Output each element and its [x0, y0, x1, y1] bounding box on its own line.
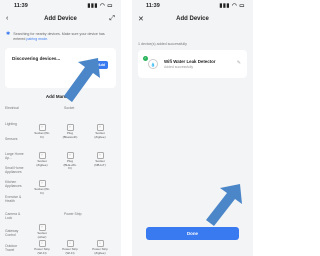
device-tile[interactable]: ⁘ Plug (BLE+Wi-Fi) [62, 152, 78, 171]
socket-icon: ⁘ [96, 152, 104, 159]
category-camera-lock[interactable]: Camera & Lock [5, 212, 27, 221]
device-tile[interactable]: ⁘ Socket (Wi-Fi) [34, 180, 50, 195]
category-electrical[interactable]: Electrical [5, 106, 27, 110]
category-lighting[interactable]: Lighting [5, 122, 27, 126]
category-large-home-appliances[interactable]: Large Home Ap... [5, 152, 27, 161]
pointer-arrow-icon [64, 58, 100, 102]
pointer-arrow-icon [206, 184, 242, 226]
device-tile-label: Plug (BLE+Wi-Fi) [63, 159, 77, 171]
device-tile-label: Socket (Wi-Fi) [34, 187, 50, 195]
category-gateway-control[interactable]: Gateway Control [5, 229, 27, 238]
socket-icon: ⁘ [38, 152, 46, 159]
device-tile-label: Power Strip (Zigbee) [92, 247, 108, 255]
done-button[interactable]: Done [146, 227, 239, 240]
pairing-mode-link[interactable]: pairing mode. [26, 37, 48, 41]
device-name: Wifi Water Leak Detector [164, 59, 216, 64]
device-tile-label: Socket (Zigbee) [36, 159, 48, 167]
add-device-screen-discovering: 11:39 ▮▮▮ ◠ ▭ ‹ Add Device ⤢ ✱ Searching… [0, 0, 121, 256]
device-status: Added successfully [164, 65, 194, 69]
device-tile-label: Power Strip (Wi-Fi) [34, 247, 50, 255]
category-outdoor-travel[interactable]: Outdoor Travel [5, 244, 27, 253]
success-check-icon: ✓ [143, 56, 148, 61]
subcategory-socket: Socket [64, 106, 75, 110]
socket-icon: ⁘ [66, 152, 74, 159]
status-icons: ▮▮▮ ◠ ▭ [219, 3, 245, 9]
device-tile[interactable]: ⁞ Power Strip (Zigbee) [92, 240, 108, 255]
device-tile-label: Socket (other) [37, 231, 47, 239]
status-time: 11:39 [146, 3, 160, 9]
category-exercise-health[interactable]: Exercise & Health [5, 195, 27, 204]
device-tile[interactable]: ⁘ Socket (Zigbee) [34, 152, 50, 167]
status-icons: ▮▮▮ ◠ ▭ [87, 3, 113, 9]
device-tile[interactable]: ⁞ Power Strip (Wi-Fi) [62, 240, 78, 255]
device-tile[interactable]: ⁘ Socket (Zigbee) [92, 124, 108, 139]
scan-icon[interactable]: ⤢ [109, 15, 115, 23]
socket-icon: ⁘ [66, 124, 74, 131]
power-strip-icon: ⁞ [38, 240, 46, 247]
edit-icon[interactable]: ✎ [237, 60, 241, 66]
power-strip-icon: ⁞ [66, 240, 74, 247]
socket-icon: ⁘ [38, 124, 46, 131]
water-leak-detector-icon: 💧 [148, 59, 158, 69]
device-tile[interactable]: ⁘ Socket (other) [34, 224, 50, 239]
device-tile[interactable]: ⁞ Power Strip (Wi-Fi) [34, 240, 50, 255]
discovering-label: Discovering devices... [12, 56, 61, 61]
search-notice: ✱ Searching for nearby devices. Make sur… [6, 32, 115, 42]
page-title: Add Device [44, 16, 77, 22]
status-bar: 11:39 ▮▮▮ ◠ ▭ [0, 3, 121, 11]
device-tile[interactable]: ⁘ Socket (NB-IoT) [92, 152, 108, 167]
notice-text-wrap: Searching for nearby devices. Make sure … [13, 32, 115, 42]
device-tile-label: Socket (NB-IoT) [94, 159, 106, 167]
page-title: Add Device [176, 16, 209, 22]
screen-divider [121, 0, 132, 256]
device-tile-label: Power Strip (Wi-Fi) [62, 247, 78, 255]
category-kitchen-appliances[interactable]: Kitchen Appliances [5, 180, 27, 189]
added-device-card[interactable]: 💧 ✓ Wifi Water Leak Detector Added succe… [138, 50, 247, 78]
status-bar: 11:39 ▮▮▮ ◠ ▭ [132, 3, 253, 11]
nav-bar: ✕ Add Device [132, 15, 253, 25]
socket-icon: ⁘ [96, 124, 104, 131]
bluetooth-icon: ✱ [6, 31, 11, 37]
category-sensors[interactable]: Sensors [5, 137, 27, 141]
device-tile[interactable]: ⁘ Socket (Wi-Fi) [34, 124, 50, 139]
category-small-home-appliances[interactable]: Small Home Appliances [5, 166, 27, 175]
power-strip-icon: ⁞ [96, 240, 104, 247]
device-tile-label: Plug (Bluetooth) [62, 131, 78, 139]
socket-icon: ⁘ [38, 224, 46, 231]
add-device-screen-success: 11:39 ▮▮▮ ◠ ▭ ✕ Add Device 1 device(s) a… [132, 0, 253, 256]
status-time: 11:39 [14, 3, 28, 9]
subcategory-power-strip: Power Strip [64, 212, 82, 216]
device-tile-label: Socket (Zigbee) [94, 131, 106, 139]
nav-bar: ‹ Add Device ⤢ [0, 15, 121, 25]
device-tile[interactable]: ⁘ Plug (Bluetooth) [62, 124, 78, 139]
socket-icon: ⁘ [38, 180, 46, 187]
device-tile-label: Socket (Wi-Fi) [34, 131, 50, 139]
added-count-label: 1 device(s) added successfully [138, 42, 187, 46]
